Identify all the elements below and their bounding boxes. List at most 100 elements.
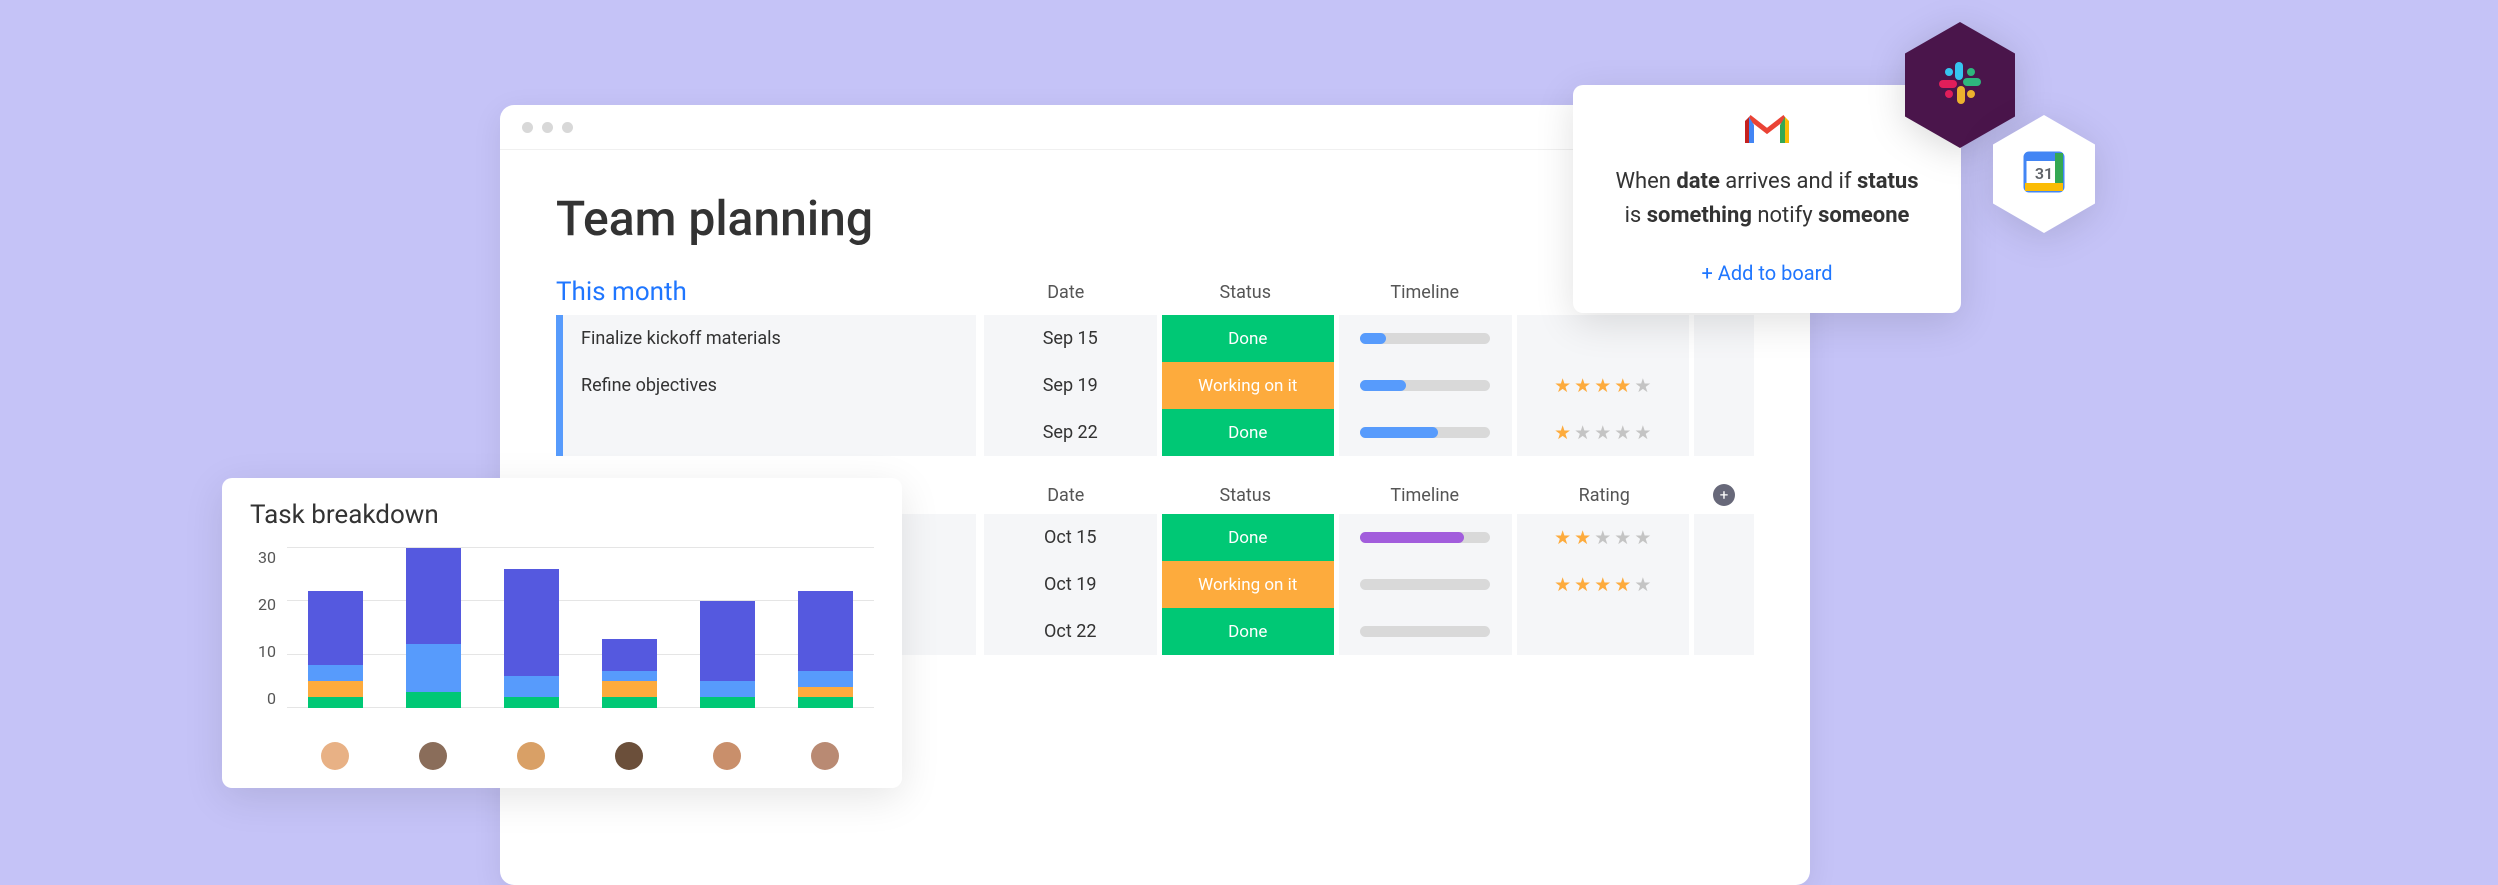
extra-cell bbox=[1694, 608, 1754, 655]
avatar bbox=[811, 742, 839, 770]
chart-bar-segment bbox=[700, 681, 755, 697]
automation-rule-text: When date arrives and if status is somet… bbox=[1605, 165, 1929, 233]
rating-cell[interactable]: ★★★★★ bbox=[1517, 561, 1690, 608]
col-head-date[interactable]: Date bbox=[976, 485, 1156, 506]
chart-bar-segment bbox=[798, 671, 853, 687]
group-title[interactable]: This month bbox=[556, 277, 976, 307]
avatar bbox=[713, 742, 741, 770]
y-tick: 0 bbox=[267, 689, 276, 708]
window-dot-max[interactable] bbox=[562, 122, 573, 133]
table-row[interactable]: Finalize kickoff materials Sep 15 Done bbox=[556, 315, 1754, 362]
chart-bar-segment bbox=[798, 697, 853, 708]
timeline-cell[interactable] bbox=[1339, 608, 1512, 655]
chart-bar-segment bbox=[700, 601, 755, 681]
chart-bar-segment bbox=[602, 671, 657, 682]
calendar-icon: 31 bbox=[2021, 149, 2067, 199]
extra-cell bbox=[1694, 362, 1754, 409]
timeline-cell[interactable] bbox=[1339, 315, 1512, 362]
extra-cell bbox=[1694, 561, 1754, 608]
chart-bar-segment bbox=[406, 644, 461, 692]
window-dot-close[interactable] bbox=[522, 122, 533, 133]
timeline-cell[interactable] bbox=[1339, 514, 1512, 561]
chart-bar-segment bbox=[504, 676, 559, 697]
col-head-timeline[interactable]: Timeline bbox=[1335, 485, 1515, 506]
chart-y-axis: 30 20 10 0 bbox=[250, 548, 286, 708]
timeline-cell[interactable] bbox=[1339, 561, 1512, 608]
calendar-badge: 31 bbox=[1993, 115, 2095, 233]
chart-bar-segment bbox=[308, 697, 363, 708]
status-cell[interactable]: Done bbox=[1162, 514, 1335, 561]
rating-cell[interactable]: ★★★★★ bbox=[1517, 409, 1690, 456]
chart-plot bbox=[286, 548, 874, 708]
add-to-board-button[interactable]: + Add to board bbox=[1605, 261, 1929, 285]
date-cell[interactable]: Sep 22 bbox=[984, 409, 1157, 456]
chart-bar[interactable] bbox=[798, 591, 853, 708]
extra-cell bbox=[1694, 514, 1754, 561]
avatar bbox=[615, 742, 643, 770]
svg-text:31: 31 bbox=[2035, 164, 2053, 183]
chart-bar-segment bbox=[406, 548, 461, 644]
chart-bar-segment bbox=[406, 692, 461, 708]
window-dot-min[interactable] bbox=[542, 122, 553, 133]
status-cell[interactable]: Done bbox=[1162, 315, 1335, 362]
chart-bar-segment bbox=[504, 697, 559, 708]
chart-bar-segment bbox=[798, 687, 853, 698]
gmail-icon bbox=[1745, 113, 1789, 151]
timeline-cell[interactable] bbox=[1339, 362, 1512, 409]
chart-bar-segment bbox=[602, 697, 657, 708]
task-name-cell[interactable]: Finalize kickoff materials bbox=[556, 315, 976, 362]
date-cell[interactable]: Oct 22 bbox=[984, 608, 1157, 655]
chart-x-axis bbox=[250, 742, 874, 770]
status-cell[interactable]: Working on it bbox=[1162, 561, 1335, 608]
avatar bbox=[321, 742, 349, 770]
col-head-status[interactable]: Status bbox=[1156, 485, 1336, 506]
chart-bar[interactable] bbox=[504, 569, 559, 708]
chart-body: 30 20 10 0 bbox=[250, 548, 874, 728]
add-column-button[interactable]: + bbox=[1694, 484, 1754, 506]
chart-bar-segment bbox=[504, 569, 559, 676]
group-rows-1: Finalize kickoff materials Sep 15 Done R… bbox=[500, 307, 1810, 484]
chart-bar-segment bbox=[798, 591, 853, 671]
extra-cell bbox=[1694, 409, 1754, 456]
chart-title: Task breakdown bbox=[250, 500, 874, 530]
date-cell[interactable]: Oct 15 bbox=[984, 514, 1157, 561]
status-cell[interactable]: Done bbox=[1162, 409, 1335, 456]
col-head-status[interactable]: Status bbox=[1156, 282, 1336, 303]
slack-icon bbox=[1937, 60, 1983, 110]
y-tick: 10 bbox=[258, 642, 276, 661]
date-cell[interactable]: Oct 19 bbox=[984, 561, 1157, 608]
rating-cell[interactable]: ★★★★★ bbox=[1517, 362, 1690, 409]
chart-bar[interactable] bbox=[406, 548, 461, 708]
status-cell[interactable]: Working on it bbox=[1162, 362, 1335, 409]
task-name-cell[interactable]: Refine objectives bbox=[556, 362, 976, 409]
date-cell[interactable]: Sep 19 bbox=[984, 362, 1157, 409]
extra-cell bbox=[1694, 315, 1754, 362]
col-head-rating[interactable]: Rating bbox=[1515, 485, 1695, 506]
date-cell[interactable]: Sep 15 bbox=[984, 315, 1157, 362]
table-row[interactable]: Refine objectives Sep 19 Working on it ★… bbox=[556, 362, 1754, 409]
chart-card: Task breakdown 30 20 10 0 bbox=[222, 478, 902, 788]
chart-bar-segment bbox=[308, 591, 363, 666]
avatar bbox=[517, 742, 545, 770]
chart-bar[interactable] bbox=[602, 639, 657, 708]
col-head-date[interactable]: Date bbox=[976, 282, 1156, 303]
automation-card: When date arrives and if status is somet… bbox=[1573, 85, 1961, 313]
rating-cell[interactable]: ★★★★★ bbox=[1517, 514, 1690, 561]
chart-bar-segment bbox=[602, 681, 657, 697]
chart-bar[interactable] bbox=[700, 601, 755, 708]
timeline-cell[interactable] bbox=[1339, 409, 1512, 456]
col-head-timeline[interactable]: Timeline bbox=[1335, 282, 1515, 303]
task-name-cell[interactable] bbox=[556, 409, 976, 456]
chart-bar-segment bbox=[308, 681, 363, 697]
chart-bar[interactable] bbox=[308, 591, 363, 708]
rating-cell[interactable] bbox=[1517, 315, 1690, 362]
status-cell[interactable]: Done bbox=[1162, 608, 1335, 655]
chart-bar-segment bbox=[308, 665, 363, 681]
table-row[interactable]: Sep 22 Done ★★★★★ bbox=[556, 409, 1754, 456]
rating-cell[interactable] bbox=[1517, 608, 1690, 655]
avatar bbox=[419, 742, 447, 770]
y-tick: 30 bbox=[258, 548, 276, 567]
plus-icon: + bbox=[1713, 484, 1735, 506]
chart-bar-segment bbox=[700, 697, 755, 708]
y-tick: 20 bbox=[258, 595, 276, 614]
